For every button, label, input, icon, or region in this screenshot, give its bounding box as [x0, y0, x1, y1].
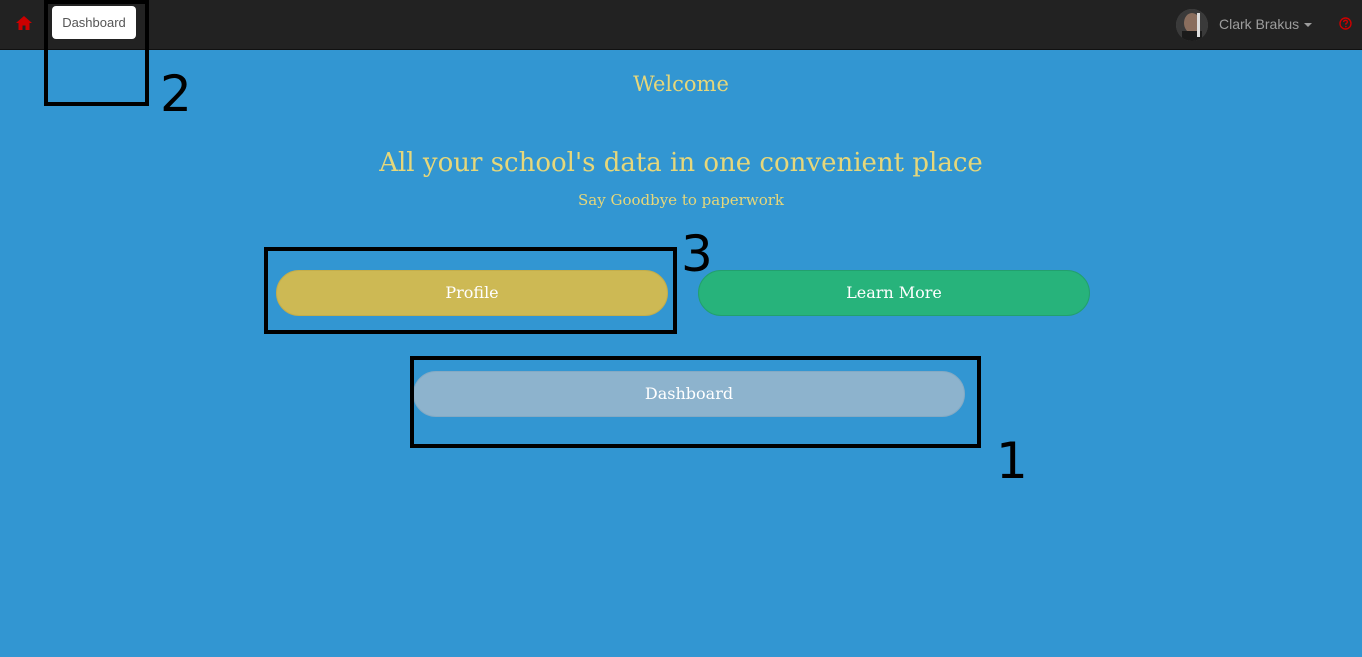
question-circle-icon[interactable] [1339, 17, 1352, 30]
annotation-number-1: 1 [996, 432, 1028, 490]
annotation-number-3: 3 [681, 225, 713, 283]
avatar[interactable] [1176, 9, 1208, 41]
user-menu-toggle[interactable]: Clark Brakus [1219, 15, 1313, 33]
annotation-box-3 [264, 247, 677, 334]
hero-subline: Say Goodbye to paperwork [578, 191, 784, 209]
top-navbar: Dashboard Clark Brakus [0, 0, 1362, 50]
hero-headline: All your school's data in one convenient… [379, 148, 983, 178]
caret-down-icon [1304, 23, 1313, 28]
annotation-box-2 [44, 0, 149, 106]
annotation-number-2: 2 [160, 65, 192, 123]
user-name: Clark Brakus [1219, 16, 1300, 32]
learn-more-button[interactable]: Learn More [698, 270, 1090, 316]
welcome-heading: Welcome [633, 72, 729, 96]
home-icon[interactable] [15, 15, 33, 31]
annotation-box-1 [410, 356, 981, 448]
